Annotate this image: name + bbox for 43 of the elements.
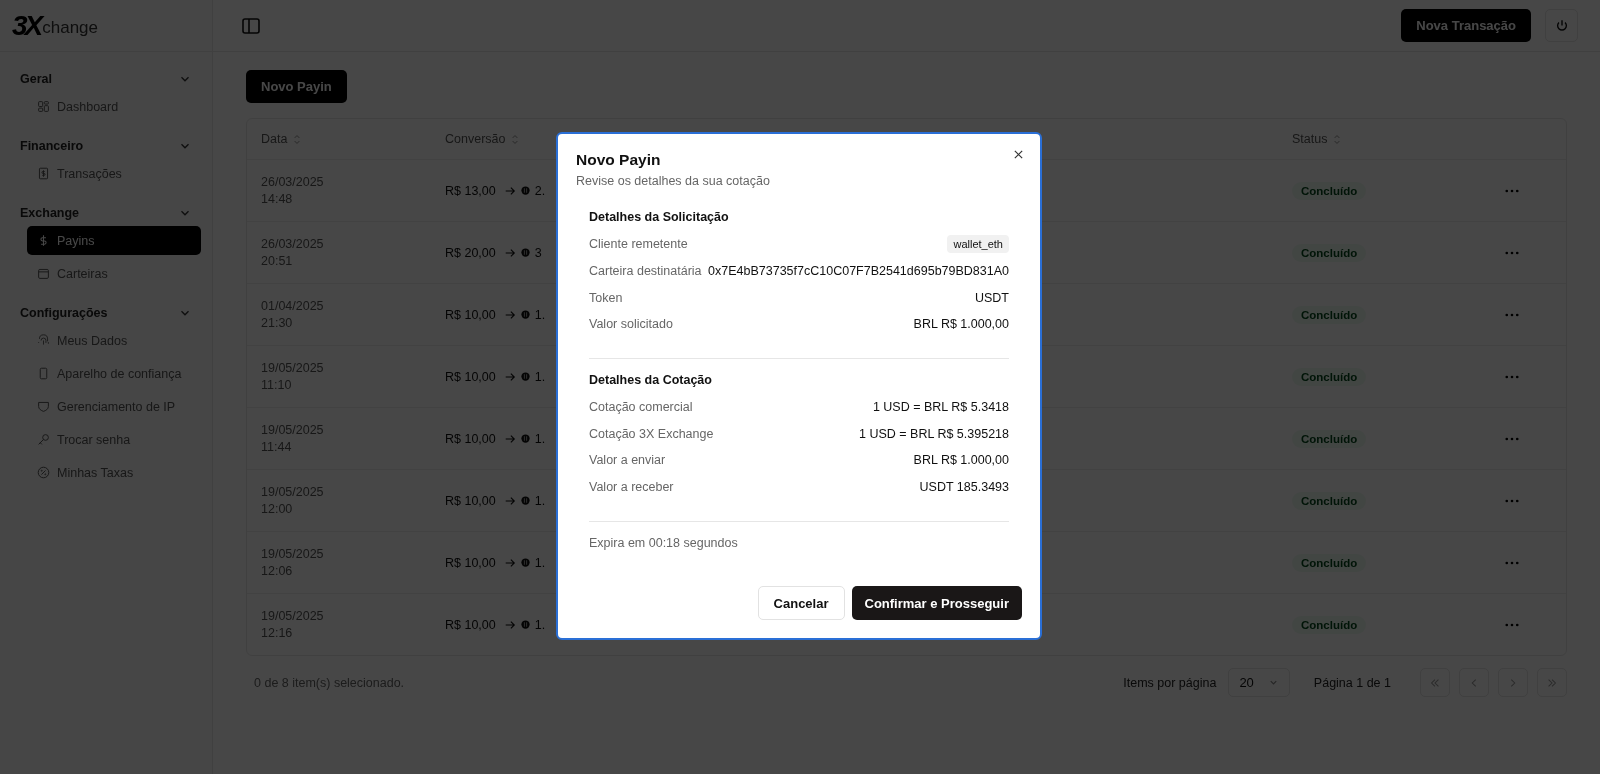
field-value: 0x7E4bB73735f7cC10C07F7B2541d695b79BD831A0 (708, 264, 1009, 279)
field-label: Valor solicitado (589, 317, 673, 332)
per-page-label: Items por página (1123, 675, 1217, 690)
amount-text: R$ 20,00 (445, 245, 496, 260)
amount-text: 1. (534, 307, 546, 322)
field-value: BRL R$ 1.000,00 (913, 453, 1009, 468)
field-value: BRL R$ 1.000,00 (913, 317, 1009, 332)
logo-mark: 3X (12, 9, 41, 42)
client-tag: wallet_eth (947, 235, 1009, 254)
section-title: Detalhes da Cotação (589, 372, 713, 387)
amount-text: R$ 10,00 (445, 617, 496, 632)
field-label: Cotação comercial (589, 400, 693, 415)
amount-text: 1. (534, 617, 546, 632)
amount-text: 1. (534, 431, 546, 446)
dialog-subtitle: Revise os detalhes da sua cotação (576, 174, 770, 188)
page-info-text: Página 1 de 1 (1313, 675, 1391, 690)
field-label: Cliente remetente (589, 237, 688, 252)
field-label: Carteira destinatária (589, 264, 702, 279)
amount-text: 3 (534, 245, 542, 260)
field-label: Valor a receber (589, 480, 674, 495)
section-title: Detalhes da Solicitação (589, 210, 730, 224)
field-label: Token (589, 290, 623, 305)
amount-text: R$ 13,00 (445, 183, 496, 198)
amount-text: R$ 10,00 (445, 307, 496, 322)
amount-text: 1. (534, 555, 546, 570)
cancel-button[interactable]: Cancelar (757, 586, 845, 620)
expiry-text: Expira em 00:18 segundos (589, 535, 739, 550)
dialog-title: Novo Payin (576, 151, 661, 169)
logo-text: change (42, 17, 99, 38)
field-value: 1 USD = BRL R$ 5.3418 (872, 400, 1009, 415)
field-value: USDT 185.3493 (919, 480, 1009, 495)
field-label: Cotação 3X Exchange (589, 426, 714, 441)
amount-text: R$ 10,00 (445, 431, 496, 446)
field-label: Valor a enviar (589, 453, 666, 468)
amount-text: 2. (534, 183, 546, 198)
amount-text: 1. (534, 493, 546, 508)
confirm-button[interactable]: Confirmar e Prosseguir (851, 586, 1022, 620)
amount-text: R$ 10,00 (445, 369, 496, 384)
amount-text: 1. (534, 369, 546, 384)
field-value: 1 USD = BRL R$ 5.395218 (859, 426, 1009, 441)
amount-text: R$ 10,00 (445, 555, 496, 570)
field-value: USDT (974, 290, 1009, 305)
amount-text: R$ 10,00 (445, 493, 496, 508)
